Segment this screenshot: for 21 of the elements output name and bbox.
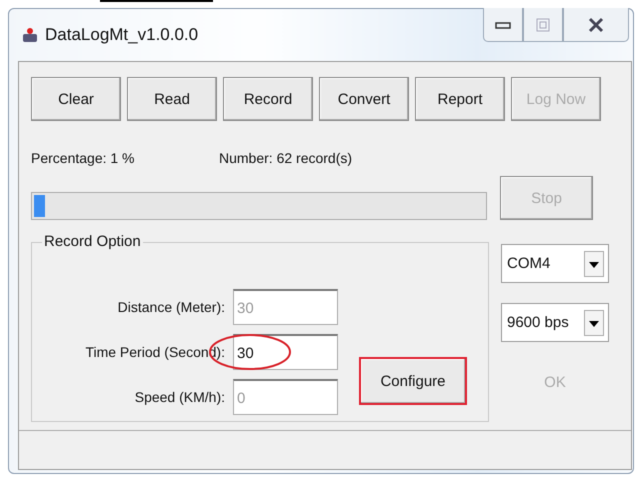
toolbar-button[interactable]: Report — [415, 77, 505, 121]
close-button[interactable] — [563, 8, 629, 42]
minimize-button[interactable] — [483, 8, 523, 42]
port-dropdown[interactable]: COM4 — [501, 244, 609, 283]
toolbar-button[interactable]: Clear — [31, 77, 121, 121]
toolbar-button[interactable]: Read — [127, 77, 217, 121]
maximize-icon — [536, 18, 550, 32]
window-title: DataLogMt_v1.0.0.0 — [45, 25, 198, 45]
app-icon — [21, 26, 39, 44]
toolbar-button[interactable]: Convert — [319, 77, 409, 121]
close-icon — [587, 16, 605, 32]
field-label: Distance (Meter): — [118, 299, 225, 315]
field-label: Speed (KM/h): — [134, 389, 225, 405]
toolbar-button[interactable]: Record — [223, 77, 313, 121]
percentage-label: Percentage: 1 % — [31, 150, 136, 166]
minimize-icon — [495, 20, 511, 28]
record-count-label: Number: 62 record(s) — [219, 150, 352, 166]
group-title: Record Option — [42, 233, 143, 250]
baud-rate-dropdown[interactable]: 9600 bps — [501, 303, 609, 342]
input-field[interactable]: 30 — [233, 334, 338, 370]
configure-button[interactable]: Configure — [359, 357, 467, 405]
